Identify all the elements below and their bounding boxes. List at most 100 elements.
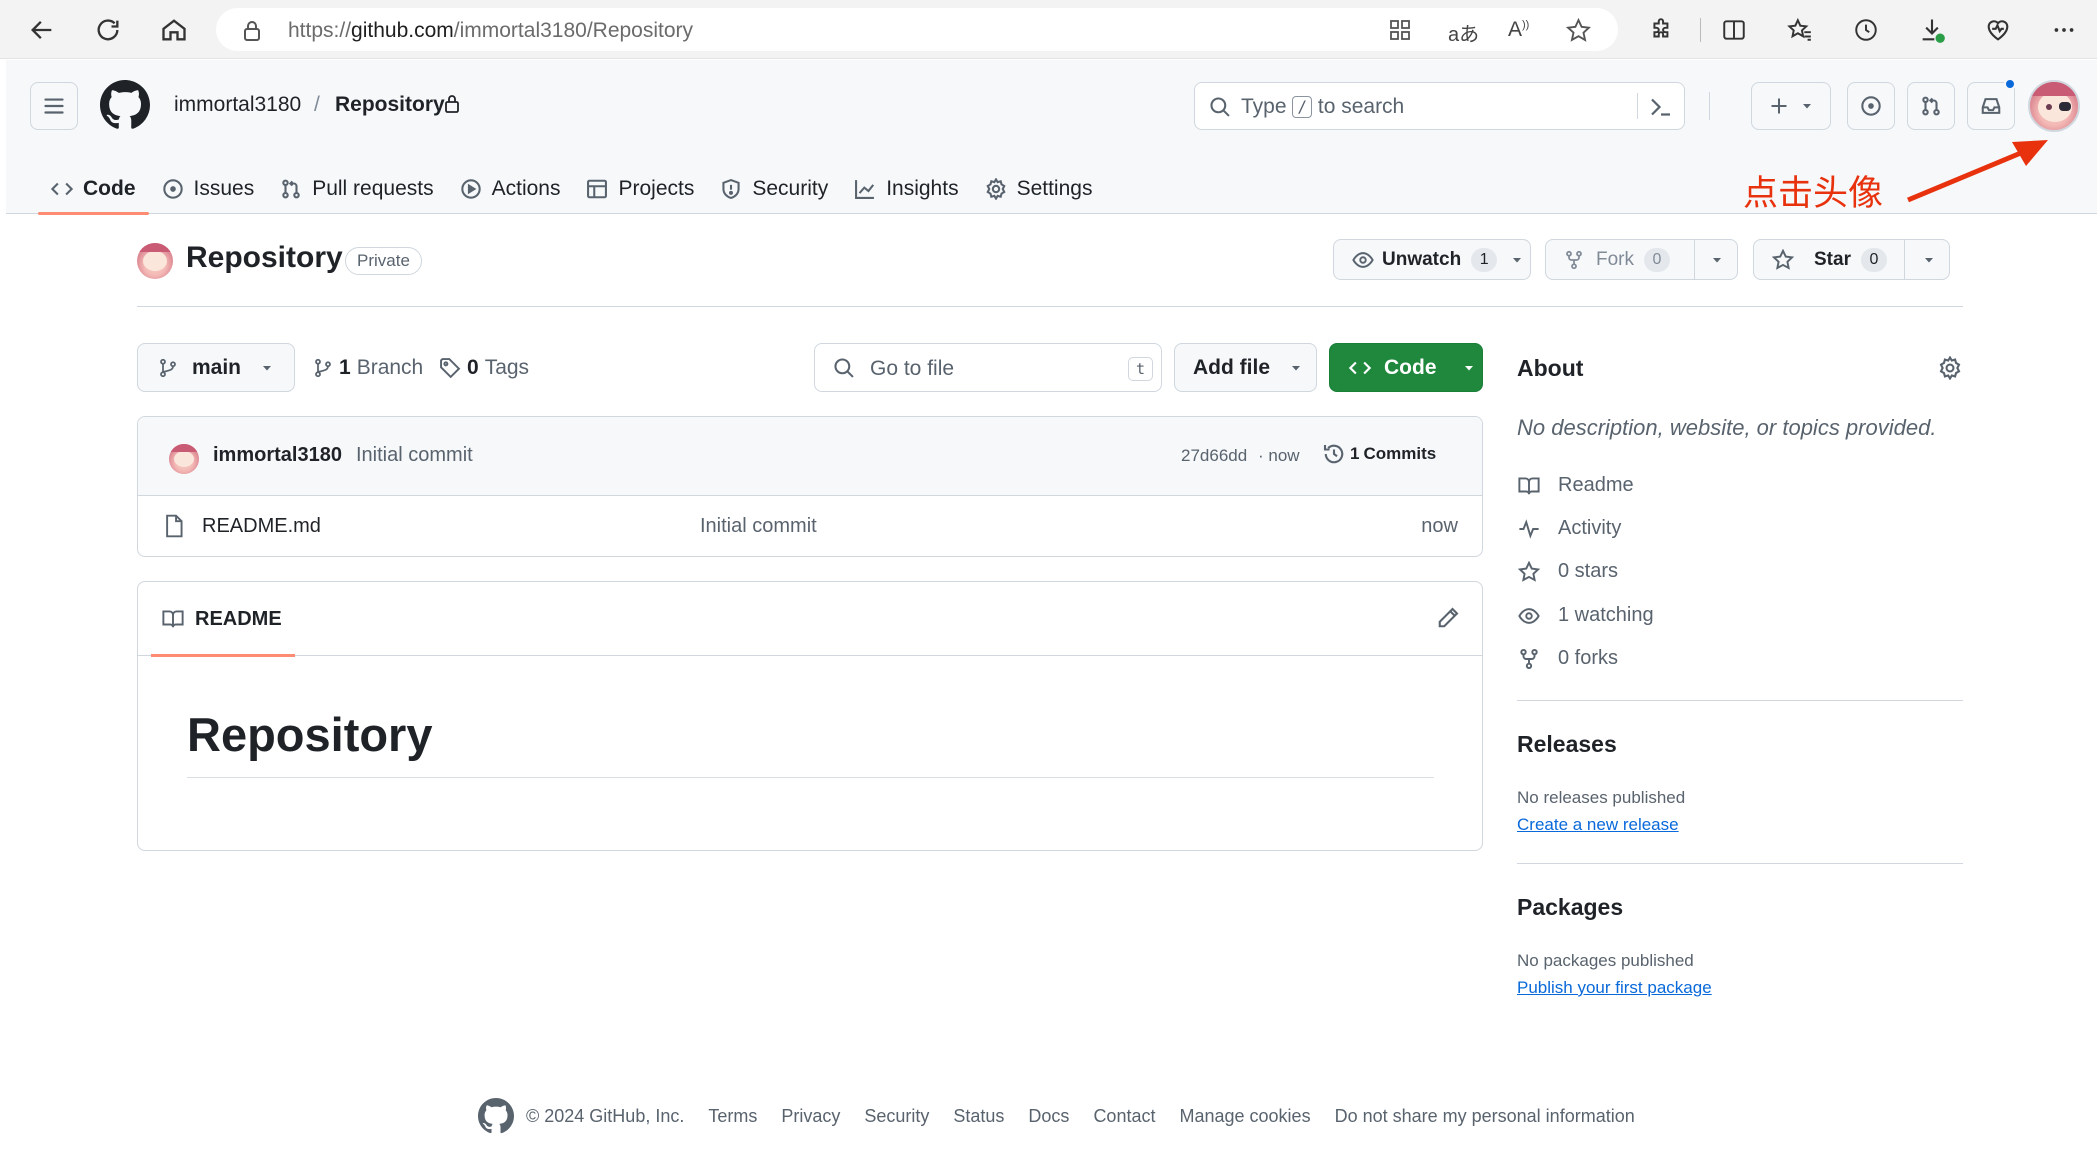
- translate-icon[interactable]: aあ: [1448, 18, 1479, 47]
- footer-link-contact[interactable]: Contact: [1093, 1106, 1155, 1127]
- file-commit-message[interactable]: Initial commit: [700, 515, 817, 538]
- sidebar-item-stars[interactable]: 0 stars: [1517, 560, 1618, 583]
- refresh-icon[interactable]: [90, 12, 126, 48]
- commit-message[interactable]: Initial commit: [356, 444, 473, 467]
- command-palette-icon[interactable]: [1649, 95, 1673, 119]
- search-input[interactable]: Type / to search: [1194, 82, 1685, 130]
- footer-link-status[interactable]: Status: [953, 1106, 1004, 1127]
- more-icon[interactable]: [2046, 12, 2082, 48]
- readme-tab[interactable]: README: [151, 582, 295, 657]
- pulse-icon: [1519, 518, 1539, 539]
- table-row[interactable]: README.md Initial commit now: [138, 496, 1482, 556]
- footer-link-docs[interactable]: Docs: [1028, 1106, 1069, 1127]
- tab-pull-requests[interactable]: Pull requests: [267, 164, 446, 214]
- readme-heading: Repository: [187, 708, 433, 761]
- tab-security[interactable]: Security: [707, 164, 841, 214]
- url-text[interactable]: https://github.com/immortal3180/Reposito…: [288, 19, 693, 43]
- create-new-button[interactable]: [1751, 82, 1831, 130]
- packages-empty-text: No packages published: [1517, 951, 1694, 970]
- footer-link-terms[interactable]: Terms: [708, 1106, 757, 1127]
- pull-requests-button[interactable]: [1907, 82, 1955, 130]
- edit-pencil-icon[interactable]: [1436, 606, 1460, 630]
- commit-author[interactable]: immortal3180: [213, 444, 342, 467]
- sidebar-item-readme[interactable]: Readme: [1517, 474, 1634, 497]
- footer-link-manage-cookies[interactable]: Manage cookies: [1179, 1106, 1310, 1127]
- lock-icon[interactable]: [242, 20, 262, 42]
- repo-owner-avatar[interactable]: [137, 243, 173, 279]
- tab-insights[interactable]: Insights: [841, 164, 971, 214]
- star-button[interactable]: Star 0: [1753, 239, 1950, 280]
- tab-settings[interactable]: Settings: [972, 164, 1106, 214]
- lock-icon: [444, 94, 460, 114]
- file-time: now: [1421, 515, 1458, 537]
- downloads-icon[interactable]: [1914, 12, 1950, 48]
- table-icon: [587, 179, 608, 199]
- publish-package-link[interactable]: Publish your first package: [1517, 978, 1712, 998]
- breadcrumb-repo[interactable]: Repository: [335, 93, 445, 117]
- breadcrumb-owner[interactable]: immortal3180: [174, 93, 301, 117]
- sidebar-item-forks[interactable]: 0 forks: [1517, 647, 1618, 670]
- branch-selector[interactable]: main: [137, 343, 295, 392]
- tab-code[interactable]: Code: [38, 164, 149, 215]
- split-screen-icon[interactable]: [1716, 12, 1752, 48]
- commit-author-avatar[interactable]: [169, 444, 199, 474]
- address-bar[interactable]: https://github.com/immortal3180/Reposito…: [216, 8, 1618, 51]
- hamburger-menu-button[interactable]: [30, 82, 78, 130]
- file-name[interactable]: README.md: [202, 515, 321, 538]
- history-icon: [1323, 444, 1344, 464]
- sidebar-item-watching[interactable]: 1 watching: [1517, 604, 1654, 627]
- pull-request-icon: [1922, 96, 1940, 116]
- favorites-icon[interactable]: [1782, 12, 1818, 48]
- footer-link-security[interactable]: Security: [864, 1106, 929, 1127]
- apps-icon[interactable]: [1388, 18, 1412, 42]
- issues-button[interactable]: [1847, 82, 1895, 130]
- tab-projects[interactable]: Projects: [573, 164, 707, 214]
- user-avatar[interactable]: [2028, 80, 2080, 132]
- pull-request-icon: [282, 179, 300, 199]
- go-to-file-shortcut: t: [1127, 357, 1153, 381]
- gear-icon[interactable]: [1938, 356, 1962, 380]
- star-icon: [1772, 248, 1794, 270]
- graph-icon: [855, 180, 875, 199]
- file-icon: [163, 513, 185, 539]
- home-icon[interactable]: [156, 12, 192, 48]
- unwatch-button[interactable]: Unwatch 1: [1333, 239, 1531, 280]
- sidebar-item-activity[interactable]: Activity: [1517, 517, 1621, 540]
- tab-actions[interactable]: Actions: [447, 164, 574, 214]
- add-file-button[interactable]: Add file: [1174, 343, 1317, 392]
- visibility-badge: Private: [345, 247, 422, 275]
- github-logo-icon[interactable]: [100, 80, 150, 130]
- browser-toolbar: https://github.com/immortal3180/Reposito…: [0, 0, 2097, 59]
- releases-title[interactable]: Releases: [1517, 731, 1617, 758]
- branches-link[interactable]: 1 Branch: [313, 356, 423, 380]
- annotation-text: 点击头像: [1743, 174, 1884, 213]
- issue-icon: [1861, 96, 1881, 116]
- go-to-file-input[interactable]: Go to file t: [814, 343, 1162, 392]
- tab-issues[interactable]: Issues: [149, 164, 268, 214]
- create-release-link[interactable]: Create a new release: [1517, 815, 1679, 835]
- latest-commit-row: immortal3180 Initial commit 27d66dd · no…: [138, 417, 1482, 496]
- history-icon[interactable]: [1848, 12, 1884, 48]
- readme-panel: README Repository: [137, 581, 1483, 851]
- favorite-icon[interactable]: [1566, 18, 1591, 43]
- footer-link-privacy[interactable]: Privacy: [781, 1106, 840, 1127]
- notification-dot: [2004, 78, 2016, 90]
- tags-link[interactable]: 0 Tags: [439, 356, 529, 380]
- repo-title[interactable]: Repository: [186, 241, 343, 275]
- inbox-icon: [1981, 98, 2001, 114]
- code-button[interactable]: Code: [1329, 343, 1483, 392]
- caret-down-icon: [1713, 258, 1721, 263]
- back-icon[interactable]: [24, 12, 60, 48]
- eye-icon: [1518, 607, 1540, 624]
- browser-essentials-icon[interactable]: [1980, 12, 2016, 48]
- packages-title[interactable]: Packages: [1517, 894, 1623, 921]
- fork-button[interactable]: Fork 0: [1545, 239, 1738, 280]
- footer-link-do-not-share[interactable]: Do not share my personal information: [1335, 1106, 1635, 1127]
- releases-empty-text: No releases published: [1517, 788, 1686, 807]
- issue-icon: [162, 179, 183, 199]
- commits-link[interactable]: 1 Commits: [1322, 442, 1436, 466]
- read-aloud-icon[interactable]: A)): [1508, 18, 1529, 42]
- commit-sha[interactable]: 27d66dd: [1181, 446, 1247, 466]
- tag-icon: [440, 358, 461, 379]
- extensions-icon[interactable]: [1644, 12, 1680, 48]
